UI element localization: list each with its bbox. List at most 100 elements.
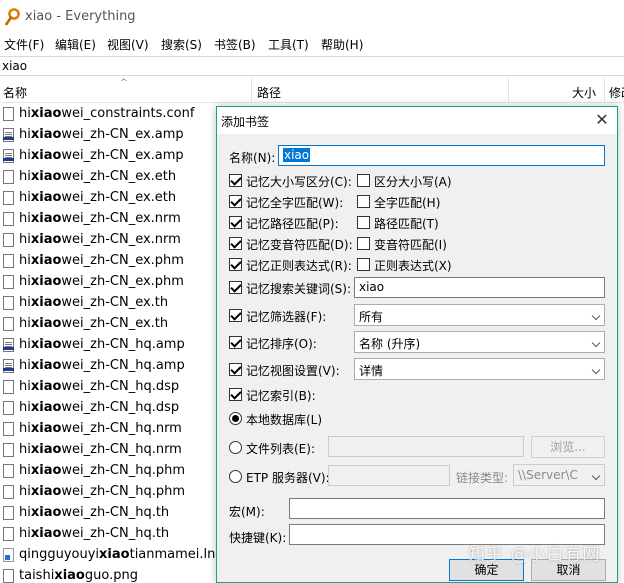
- table-row[interactable]: hixiaowei_zh-CN_ex.eth: [0, 188, 216, 209]
- macro-input[interactable]: [289, 498, 605, 519]
- remember-view-checkbox[interactable]: [229, 363, 242, 376]
- etp-server-input[interactable]: [328, 465, 450, 486]
- column-header-size[interactable]: 大小: [572, 84, 596, 101]
- match-case-checkbox[interactable]: [357, 174, 370, 187]
- dialog-title: 添加书签: [221, 115, 270, 129]
- local-database-radio[interactable]: [229, 412, 242, 425]
- view-dropdown[interactable]: 详情: [354, 358, 605, 380]
- menu-help[interactable]: 帮助(H): [321, 36, 363, 53]
- whole-word-checkbox[interactable]: [357, 195, 370, 208]
- browse-button[interactable]: 浏览...: [531, 436, 605, 458]
- table-row[interactable]: hixiaowei_zh-CN_hq.th: [0, 503, 216, 524]
- remember-index-checkbox[interactable]: [229, 388, 242, 401]
- sort-value: 名称 (升序): [359, 337, 421, 351]
- file-name-match: xiao: [30, 505, 62, 520]
- remember-whole-word-checkbox[interactable]: [229, 195, 242, 208]
- close-icon[interactable]: ✕: [591, 109, 613, 131]
- file-name-prefix: qingguyouyi: [19, 547, 100, 562]
- diacritics-checkbox[interactable]: [357, 237, 370, 250]
- file-name-match: xiao: [30, 484, 62, 499]
- file-name-match: xiao: [30, 253, 62, 268]
- file-icon: [3, 296, 14, 310]
- menu-view[interactable]: 视图(V): [107, 36, 149, 53]
- column-header-name[interactable]: 名称: [3, 84, 27, 101]
- remember-view-label: 记忆视图设置(V):: [246, 364, 340, 378]
- file-name-prefix: hi: [19, 169, 31, 184]
- remember-regex-checkbox[interactable]: [229, 258, 242, 271]
- remember-case-checkbox[interactable]: [229, 174, 242, 187]
- table-row[interactable]: hixiaowei_zh-CN_ex.th: [0, 314, 216, 335]
- watermark: 知乎 @小白有网: [468, 545, 601, 565]
- menu-tools[interactable]: 工具(T): [268, 36, 309, 53]
- remember-sort-checkbox[interactable]: [229, 336, 242, 349]
- file-name-match: xiao: [30, 337, 62, 352]
- file-name-suffix: wei_zh-CN_hq.phm: [61, 484, 185, 499]
- table-row[interactable]: hixiaowei_zh-CN_hq.amp: [0, 356, 216, 377]
- table-row[interactable]: hixiaowei_zh-CN_hq.th: [0, 524, 216, 545]
- file-list: hixiaowei_constraints.conf hixiaowei_zh-C…: [0, 104, 216, 583]
- file-name: hixiaowei_zh-CN_hq.dsp: [19, 400, 179, 415]
- sort-ascending-icon: ^: [120, 78, 128, 88]
- remember-whole-word-label: 记忆全字匹配(W):: [246, 196, 344, 210]
- file-list-input[interactable]: [328, 436, 524, 457]
- table-row[interactable]: hixiaowei_zh-CN_ex.phm: [0, 251, 216, 272]
- file-name-match: xiao: [30, 127, 62, 142]
- amp-file-icon: [3, 338, 14, 352]
- file-name: hixiaowei_zh-CN_hq.th: [19, 526, 169, 541]
- remember-diacritics-label: 记忆变音符匹配(D):: [246, 238, 353, 252]
- file-name-suffix: wei_zh-CN_hq.nrm: [61, 442, 182, 457]
- column-divider[interactable]: [604, 77, 605, 103]
- name-input[interactable]: xiao: [278, 145, 605, 166]
- file-name-prefix: hi: [19, 253, 31, 268]
- menu-search[interactable]: 搜索(S): [161, 36, 202, 53]
- file-icon: [3, 527, 14, 541]
- table-row[interactable]: hixiaowei_zh-CN_hq.phm: [0, 461, 216, 482]
- search-keyword-input[interactable]: xiao: [354, 277, 605, 298]
- table-row[interactable]: hixiaowei_zh-CN_ex.th: [0, 293, 216, 314]
- table-row[interactable]: hixiaowei_constraints.conf: [0, 104, 216, 125]
- table-row[interactable]: hixiaowei_zh-CN_ex.amp: [0, 146, 216, 167]
- table-row[interactable]: hixiaowei_zh-CN_hq.nrm: [0, 440, 216, 461]
- regex-checkbox[interactable]: [357, 258, 370, 271]
- remember-filter-checkbox[interactable]: [229, 309, 242, 322]
- file-name-suffix: wei_zh-CN_ex.nrm: [61, 232, 181, 247]
- menu-bookmarks[interactable]: 书签(B): [214, 36, 256, 53]
- link-type-dropdown[interactable]: \\Server\C: [513, 464, 605, 486]
- column-divider[interactable]: [508, 77, 509, 103]
- remember-path-checkbox[interactable]: [229, 216, 242, 229]
- table-row[interactable]: hixiaowei_zh-CN_hq.dsp: [0, 398, 216, 419]
- etp-server-radio[interactable]: [229, 470, 242, 483]
- file-name-suffix: wei_zh-CN_hq.th: [61, 505, 170, 520]
- table-row[interactable]: hixiaowei_zh-CN_hq.dsp: [0, 377, 216, 398]
- remember-diacritics-checkbox[interactable]: [229, 237, 242, 250]
- file-name-prefix: hi: [19, 379, 31, 394]
- file-name-prefix: taishi: [19, 568, 55, 583]
- menu-file[interactable]: 文件(F): [4, 36, 44, 53]
- column-header-path[interactable]: 路径: [257, 84, 281, 101]
- table-row[interactable]: hixiaowei_zh-CN_ex.nrm: [0, 209, 216, 230]
- table-row[interactable]: hixiaowei_zh-CN_hq.amp: [0, 335, 216, 356]
- column-divider[interactable]: [251, 77, 252, 103]
- file-list-radio[interactable]: [229, 441, 242, 454]
- match-path-checkbox[interactable]: [357, 216, 370, 229]
- table-row[interactable]: hixiaowei_zh-CN_ex.phm: [0, 272, 216, 293]
- file-name-prefix: hi: [19, 190, 31, 205]
- search-input[interactable]: [0, 57, 622, 75]
- link-type-value: \\Server\C: [518, 468, 578, 482]
- magnifier-app-icon: [5, 8, 20, 26]
- sort-dropdown[interactable]: 名称 (升序): [354, 331, 605, 353]
- column-header-modified[interactable]: 修改: [609, 84, 624, 101]
- table-row[interactable]: hixiaowei_zh-CN_ex.eth: [0, 167, 216, 188]
- table-row[interactable]: taishixiaoguo.png: [0, 566, 216, 583]
- file-name-match: xiao: [30, 232, 62, 247]
- remember-search-checkbox[interactable]: [229, 281, 242, 294]
- table-row[interactable]: hixiaowei_zh-CN_hq.nrm: [0, 419, 216, 440]
- table-row[interactable]: qingguyouyixiaotianmamei.lnk: [0, 545, 216, 566]
- table-row[interactable]: hixiaowei_zh-CN_ex.nrm: [0, 230, 216, 251]
- file-name-match: xiao: [30, 169, 62, 184]
- table-row[interactable]: hixiaowei_zh-CN_ex.amp: [0, 125, 216, 146]
- filter-dropdown[interactable]: 所有: [354, 304, 605, 326]
- table-row[interactable]: hixiaowei_zh-CN_hq.phm: [0, 482, 216, 503]
- add-bookmark-dialog: 添加书签 ✕ 名称(N): xiao 记忆大小写区分(C): 区分大小写(A) …: [216, 106, 618, 583]
- menu-edit[interactable]: 编辑(E): [55, 36, 96, 53]
